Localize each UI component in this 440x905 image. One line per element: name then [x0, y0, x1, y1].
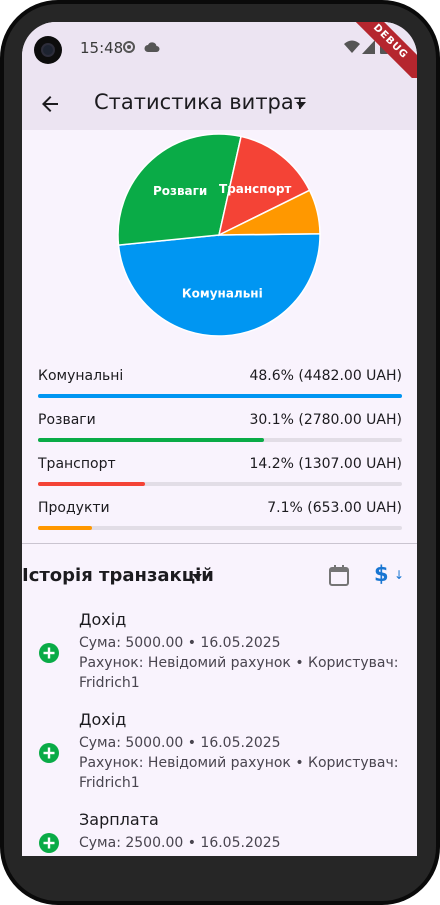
add-circle-icon	[39, 833, 59, 853]
history-title[interactable]: Історія транзакцій	[22, 565, 214, 586]
settings-status-icon	[123, 41, 135, 53]
transaction-title: Дохід	[79, 710, 127, 729]
stat-category-name: Транспорт	[38, 456, 116, 472]
section-divider	[22, 543, 417, 544]
sort-arrow-down-icon[interactable]: ↓	[394, 568, 404, 582]
cloud-icon	[144, 42, 160, 52]
progress-track	[38, 526, 402, 530]
transaction-item[interactable]: Дохід Сума: 5000.00 • 16.05.2025 Рахунок: …	[22, 710, 417, 806]
dollar-icon[interactable]: $	[374, 562, 389, 586]
progress-track	[38, 482, 402, 486]
progress-track	[38, 394, 402, 398]
progress-track	[38, 438, 402, 442]
add-circle-icon	[39, 643, 59, 663]
front-camera	[34, 36, 62, 64]
progress-fill	[38, 438, 264, 442]
add-circle-icon	[39, 743, 59, 763]
stat-category-value: 14.2% (1307.00 UAH)	[249, 456, 402, 472]
stat-category-name: Розваги	[38, 412, 96, 428]
transaction-detail: Рахунок: Невідомий рахунок • Користувач:	[79, 755, 399, 771]
wifi-icon	[344, 40, 360, 53]
transaction-detail: Сума: 5000.00 • 16.05.2025	[79, 735, 281, 751]
app-screen: 15:48 DEBUG Статистика витрат Комунальні…	[22, 22, 417, 856]
stat-category-name: Продукти	[38, 500, 110, 516]
transaction-title: Дохід	[79, 610, 127, 629]
progress-fill	[38, 394, 402, 398]
transaction-item[interactable]: Зарплата Сума: 2500.00 • 16.05.2025	[22, 810, 417, 856]
transaction-detail: Fridrich1	[79, 775, 140, 791]
transaction-detail: Рахунок: Невідомий рахунок • Користувач:	[79, 655, 399, 671]
expense-pie-chart: Комунальні Розваги Транспорт	[117, 133, 321, 337]
page-title[interactable]: Статистика витрат	[94, 90, 306, 114]
history-dropdown-icon[interactable]	[192, 574, 202, 580]
status-bar: 15:48 DEBUG	[22, 22, 417, 88]
transaction-detail: Сума: 2500.00 • 16.05.2025	[79, 835, 281, 851]
transaction-detail: Fridrich1	[79, 675, 140, 691]
calendar-icon[interactable]	[328, 565, 350, 587]
app-bar: Статистика витрат	[22, 78, 417, 130]
progress-fill	[38, 526, 92, 530]
title-dropdown-icon[interactable]	[296, 102, 306, 108]
pie-slice-label: Комунальні	[182, 286, 263, 300]
back-arrow-icon[interactable]	[38, 92, 62, 116]
status-time: 15:48	[80, 39, 124, 57]
signal-icon	[362, 40, 375, 54]
transaction-item[interactable]: Дохід Сума: 5000.00 • 16.05.2025 Рахунок: …	[22, 610, 417, 706]
bottom-bezel	[22, 856, 417, 866]
progress-fill	[38, 482, 146, 486]
stat-category-value: 48.6% (4482.00 UAH)	[249, 368, 402, 384]
transaction-detail: Сума: 5000.00 • 16.05.2025	[79, 635, 281, 651]
transaction-title: Зарплата	[79, 810, 159, 829]
pie-slice-label: Розваги	[153, 184, 207, 198]
stat-category-value: 7.1% (653.00 UAH)	[267, 500, 402, 516]
stat-category-value: 30.1% (2780.00 UAH)	[249, 412, 402, 428]
pie-slice	[117, 233, 321, 337]
stat-category-name: Комунальні	[38, 368, 124, 384]
pie-slice-label: Транспорт	[219, 182, 291, 196]
